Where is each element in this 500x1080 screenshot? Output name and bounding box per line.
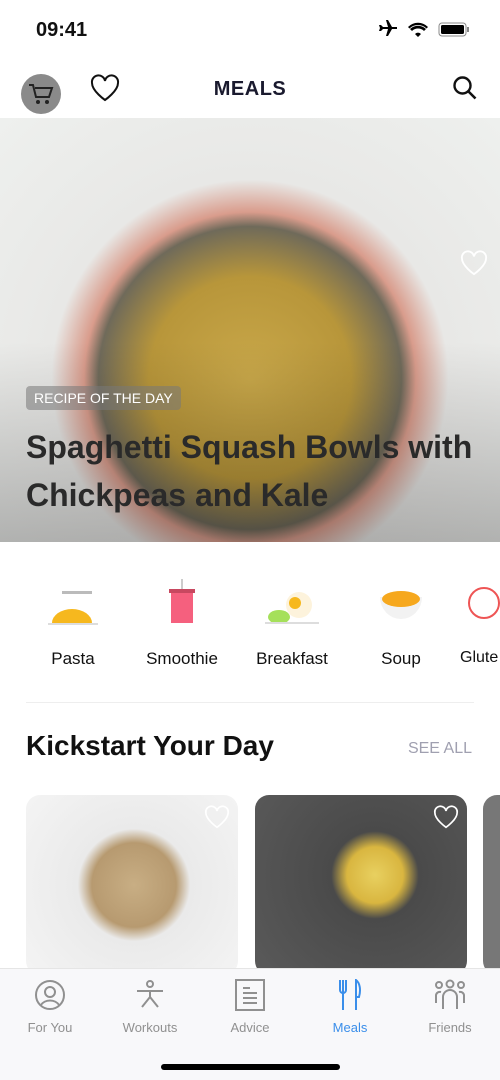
see-all-link[interactable]: SEE ALL [408,740,472,758]
category-smoothie[interactable]: Smoothie [132,575,232,669]
gluten-free-icon [468,587,500,619]
home-indicator [161,1064,340,1070]
status-bar: 09:41 [0,0,500,60]
document-icon [235,979,265,1011]
nav-bar: MEALS [0,60,500,118]
wifi-icon [408,22,428,37]
category-pasta[interactable]: Pasta [23,575,123,669]
status-time: 09:41 [36,19,88,41]
tab-meals[interactable]: Meals [300,977,400,1035]
fork-knife-icon [339,977,361,1010]
friends-icon [435,979,465,1009]
tab-workouts[interactable]: Workouts [100,979,200,1035]
category-breakfast[interactable]: Breakfast [242,575,342,669]
recipe-of-the-day-label: RECIPE OF THE DAY [26,386,181,410]
category-soup[interactable]: Soup [351,575,451,669]
category-list: Pasta Smoothie Breakfast Soup Glute [0,575,500,675]
airplane-icon [379,20,397,36]
smoothie-icon [169,579,195,623]
tab-friends[interactable]: Friends [400,979,500,1035]
favorite-heart-icon[interactable] [433,805,459,829]
recipe-card[interactable] [255,795,467,975]
breakfast-icon [265,592,319,624]
recipe-card[interactable] [483,795,500,975]
recipe-card[interactable] [26,795,238,975]
favorite-heart-icon[interactable] [460,250,488,276]
category-gluten-free[interactable]: Glute [460,575,500,667]
search-icon[interactable] [452,75,478,101]
workout-icon [137,980,163,1008]
tab-bar: For You Workouts Advice Meals Friends [0,968,500,1080]
tab-advice[interactable]: Advice [200,979,300,1035]
pasta-icon [48,591,98,625]
favorite-heart-icon[interactable] [204,805,230,829]
tab-for-you[interactable]: For You [0,979,100,1035]
person-icon [35,980,65,1010]
divider [26,702,474,703]
page-title: MEALS [213,78,287,100]
soup-icon [380,591,422,619]
battery-icon [438,22,469,36]
section-title: Kickstart Your Day [26,730,274,761]
hero-recipe-title[interactable]: Spaghetti Squash Bowls with Chickpeas an… [26,423,486,519]
